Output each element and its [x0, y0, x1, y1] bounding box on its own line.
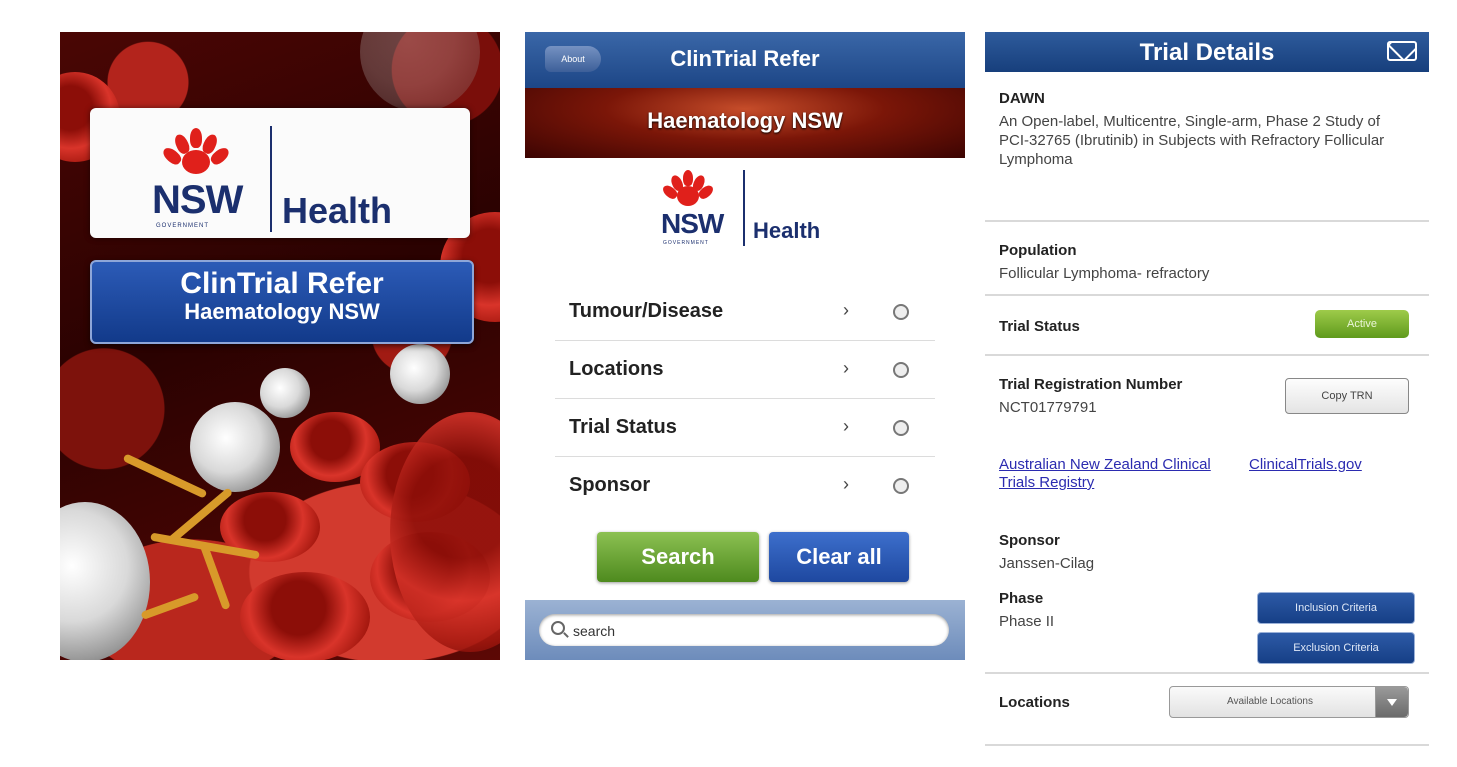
registration-section: Trial Registration Number NCT01779791 Co…: [985, 356, 1429, 436]
trial-description: An Open-label, Multicentre, Single-arm, …: [999, 113, 1385, 168]
navigation-bar: Trial Details: [985, 32, 1429, 72]
nav-title: ClinTrial Refer: [670, 46, 820, 71]
filter-label: Tumour/Disease: [569, 300, 724, 322]
registry-links-section: Australian New Zealand Clinical Trials R…: [985, 436, 1429, 518]
population-section: Population Follicular Lymphoma- refracto…: [985, 222, 1429, 296]
chevron-right-icon: ›: [843, 416, 849, 436]
anzctr-link[interactable]: Australian New Zealand Clinical Trials R…: [999, 456, 1239, 492]
app-title: ClinTrial Refer: [180, 267, 384, 300]
blood-cell: [190, 402, 280, 492]
registration-number: NCT01779791: [999, 399, 1097, 416]
search-bar: [525, 600, 965, 660]
radio-icon[interactable]: [893, 304, 909, 320]
app-title-banner: ClinTrial Refer Haematology NSW: [90, 260, 474, 344]
search-screen: About ClinTrial Refer Haematology NSW NS…: [525, 32, 965, 660]
phase-section: Phase Phase II Inclusion Criteria Exclus…: [985, 576, 1429, 674]
health-text: Health: [753, 218, 821, 243]
header-banner: Haematology NSW: [525, 88, 965, 158]
clinicaltrials-link[interactable]: ClinicalTrials.gov: [1249, 456, 1362, 474]
search-input[interactable]: [571, 620, 935, 642]
banner-text: Haematology NSW: [647, 108, 843, 133]
logo-divider: [743, 170, 745, 246]
locations-section: Locations Available Locations: [985, 674, 1429, 746]
radio-icon[interactable]: [893, 362, 909, 378]
trial-status-section: Trial Status Active: [985, 296, 1429, 356]
waratah-icon: [660, 170, 716, 208]
filter-row-trial-status[interactable]: Trial Status ›: [555, 400, 935, 457]
filter-row-sponsor[interactable]: Sponsor ›: [555, 458, 935, 514]
filter-label: Trial Status: [569, 416, 677, 438]
blood-cell: [60, 502, 150, 660]
chevron-right-icon: ›: [843, 358, 849, 378]
sponsor-value: Janssen-Cilag: [999, 555, 1095, 572]
locations-selected: Available Locations: [1227, 696, 1313, 707]
exclusion-criteria-button[interactable]: Exclusion Criteria: [1257, 632, 1415, 664]
registration-heading: Trial Registration Number: [999, 376, 1183, 393]
population-value: Follicular Lymphoma- refractory: [999, 265, 1210, 282]
locations-dropdown[interactable]: Available Locations: [1169, 686, 1409, 718]
government-text: GOVERNMENT: [156, 223, 210, 229]
nsw-logo-text: NSW: [661, 208, 724, 239]
blood-cell: [360, 32, 480, 112]
chevron-right-icon: ›: [843, 300, 849, 320]
trial-status-heading: Trial Status: [999, 318, 1080, 335]
nsw-health-logo: NSW GOVERNMENT Health: [525, 158, 965, 268]
filter-label: Sponsor: [569, 474, 651, 496]
platelet: [140, 591, 200, 621]
inclusion-criteria-button[interactable]: Inclusion Criteria: [1257, 592, 1415, 624]
filter-label: Locations: [569, 358, 664, 380]
app-subtitle: Haematology NSW: [184, 299, 380, 324]
navigation-bar: About ClinTrial Refer: [525, 32, 965, 88]
population-heading: Population: [999, 242, 1077, 259]
clear-all-button[interactable]: Clear all: [769, 532, 909, 582]
filter-row-locations[interactable]: Locations ›: [555, 342, 935, 399]
search-button[interactable]: Search: [597, 532, 759, 582]
splash-screen: NSW GOVERNMENT Health ClinTrial Refer Ha…: [60, 32, 500, 660]
nsw-logo-text: NSW: [152, 178, 243, 222]
blood-cell: [240, 572, 370, 660]
government-text: GOVERNMENT: [663, 240, 709, 246]
radio-icon[interactable]: [893, 420, 909, 436]
status-badge: Active: [1315, 310, 1409, 338]
mail-icon[interactable]: [1387, 41, 1417, 61]
nsw-health-logo: NSW GOVERNMENT Health: [90, 108, 470, 238]
sponsor-heading: Sponsor: [999, 532, 1060, 549]
radio-icon[interactable]: [893, 478, 909, 494]
search-field[interactable]: [539, 614, 949, 646]
logo-divider: [270, 126, 272, 232]
copy-trn-button[interactable]: Copy TRN: [1285, 378, 1409, 414]
nav-title: Trial Details: [1139, 39, 1275, 66]
blood-cell: [390, 344, 450, 404]
waratah-icon: [160, 128, 232, 178]
phase-value: Phase II: [999, 613, 1055, 630]
search-icon: [551, 621, 565, 635]
phase-heading: Phase: [999, 590, 1044, 607]
dropdown-arrow-icon: [1375, 687, 1408, 717]
trial-details-screen: Trial Details DAWN An Open-label, Multic…: [985, 32, 1429, 767]
filter-row-tumour-disease[interactable]: Tumour/Disease ›: [555, 284, 935, 341]
blood-cell: [260, 368, 310, 418]
locations-heading: Locations: [999, 694, 1070, 711]
trial-summary-section: DAWN An Open-label, Multicentre, Single-…: [985, 72, 1429, 222]
health-text: Health: [282, 190, 393, 231]
sponsor-section: Sponsor Janssen-Cilag: [985, 518, 1429, 576]
trial-acronym: DAWN: [999, 90, 1045, 107]
chevron-right-icon: ›: [843, 474, 849, 494]
